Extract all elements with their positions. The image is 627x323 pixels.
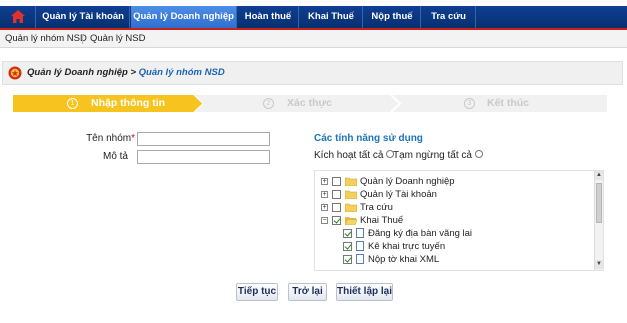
- scroll-up-icon[interactable]: ▲: [595, 171, 603, 180]
- tree-item-label: Quản lý Doanh nghiệp: [360, 176, 455, 187]
- description-label: Mô tả: [102, 151, 128, 162]
- subnav-quan-ly-nhom-nsd[interactable]: Quản lý nhóm NSD: [5, 30, 87, 48]
- group-name-label: Tên nhóm*: [80, 133, 135, 144]
- breadcrumb-root[interactable]: Quản lý Doanh nghiệp: [27, 67, 128, 78]
- tree-checkbox[interactable]: [332, 190, 341, 199]
- group-name-label-text: Tên nhóm: [86, 133, 132, 144]
- home-icon: [11, 10, 25, 23]
- emblem-icon: [8, 66, 22, 80]
- tree-item-dang-ky-dia-ban[interactable]: Đăng ký địa bàn vãng lai: [315, 227, 595, 240]
- subnav-quan-ly-nsd[interactable]: Quản lý NSD: [90, 30, 145, 48]
- scroll-thumb[interactable]: [596, 183, 602, 223]
- activate-all-label: Kích hoạt tất cả: [314, 150, 384, 161]
- step-3-number: 3: [464, 98, 475, 109]
- folder-icon: [345, 203, 357, 212]
- tree-item-label: Kê khai trực tuyến: [368, 241, 446, 252]
- suspend-all-radio[interactable]: [474, 150, 483, 158]
- tree-item-ke-khai-truc-tuyen[interactable]: Kê khai trực tuyến: [315, 240, 595, 253]
- tree-checkbox[interactable]: [343, 242, 352, 251]
- features-title: Các tính năng sử dụng: [314, 133, 423, 144]
- nav-khai-thue[interactable]: Khai Thuế: [300, 6, 363, 28]
- expand-icon[interactable]: +: [321, 204, 328, 211]
- home-button[interactable]: [0, 6, 36, 28]
- step-3-label: Kết thúc: [487, 97, 529, 109]
- tree-checkbox[interactable]: [343, 255, 352, 264]
- tree-item-quan-ly-doanh-nghiep[interactable]: + Quản lý Doanh nghiệp: [315, 175, 595, 188]
- document-icon: [356, 254, 364, 264]
- tree-item-label: Tra cứu: [360, 202, 393, 213]
- tree-scrollbar[interactable]: ▲ ▼: [594, 171, 603, 270]
- wizard-steps: 1 Nhập thông tin 2 Xác thực 3 Kết thúc: [13, 95, 607, 112]
- suspend-all-option[interactable]: Tạm ngừng tất cả: [393, 150, 483, 161]
- tree-item-label: Khai Thuế: [360, 215, 404, 226]
- step-1-label: Nhập thông tin: [91, 97, 166, 109]
- nav-hoan-thue[interactable]: Hoàn thuế: [238, 6, 299, 28]
- folder-icon: [345, 190, 357, 199]
- step-2-label: Xác thực: [287, 97, 332, 109]
- breadcrumb-separator: >: [127, 67, 139, 78]
- tree-checkbox[interactable]: [332, 216, 341, 225]
- back-button[interactable]: Trở lại: [288, 283, 327, 301]
- reset-button[interactable]: Thiết lập lại: [336, 283, 393, 301]
- tree-item-quan-ly-tai-khoan[interactable]: + Quản lý Tài khoản: [315, 188, 595, 201]
- expand-icon[interactable]: +: [321, 191, 328, 198]
- tree-checkbox[interactable]: [332, 177, 341, 186]
- main-nav-bar: Quản lý Tài khoản Quản lý Doanh nghiệp H…: [0, 6, 627, 30]
- step-1-number: 1: [67, 98, 78, 109]
- nav-nop-thue[interactable]: Nộp thuế: [364, 6, 421, 28]
- document-icon: [356, 228, 364, 238]
- nav-quan-ly-doanh-nghiep[interactable]: Quản lý Doanh nghiệp: [131, 6, 237, 28]
- folder-open-icon: [345, 217, 357, 225]
- subnav-divider: [82, 34, 83, 44]
- tree-item-khai-thue[interactable]: − Khai Thuế: [315, 214, 595, 227]
- breadcrumb: Quản lý Doanh nghiệp > Quản lý nhóm NSD: [2, 61, 623, 85]
- tree-item-label: Quản lý Tài khoản: [360, 189, 437, 200]
- nav-quan-ly-tai-khoan[interactable]: Quản lý Tài khoản: [37, 6, 130, 28]
- collapse-icon[interactable]: −: [321, 217, 328, 224]
- continue-button[interactable]: Tiếp tục: [236, 283, 278, 301]
- expand-icon[interactable]: +: [321, 178, 328, 185]
- description-input[interactable]: [137, 150, 270, 164]
- group-name-input[interactable]: [137, 132, 270, 146]
- tree-checkbox[interactable]: [343, 229, 352, 238]
- step-2-number: 2: [263, 98, 274, 109]
- tree-item-tra-cuu[interactable]: + Tra cứu: [315, 201, 595, 214]
- breadcrumb-path: Quản lý Doanh nghiệp > Quản lý nhóm NSD: [27, 62, 225, 84]
- suspend-all-label: Tạm ngừng tất cả: [393, 150, 472, 161]
- folder-icon: [345, 177, 357, 186]
- activate-all-option[interactable]: Kích hoạt tất cả: [314, 150, 395, 161]
- tree-item-nop-to-khai-xml[interactable]: Nộp tờ khai XML: [315, 253, 595, 266]
- breadcrumb-current: Quản lý nhóm NSD: [138, 67, 225, 78]
- sub-nav-bar: Quản lý nhóm NSD Quản lý NSD: [0, 30, 627, 48]
- required-mark: *: [131, 133, 135, 144]
- scroll-down-icon[interactable]: ▼: [595, 260, 603, 269]
- nav-tra-cuu[interactable]: Tra cứu: [422, 6, 476, 28]
- document-icon: [356, 241, 364, 251]
- tree-item-label: Đăng ký địa bàn vãng lai: [368, 228, 473, 239]
- feature-tree: + Quản lý Doanh nghiệp + Quản lý Tài kho…: [314, 170, 604, 271]
- tree-item-label: Nộp tờ khai XML: [368, 254, 440, 265]
- tree-checkbox[interactable]: [332, 203, 341, 212]
